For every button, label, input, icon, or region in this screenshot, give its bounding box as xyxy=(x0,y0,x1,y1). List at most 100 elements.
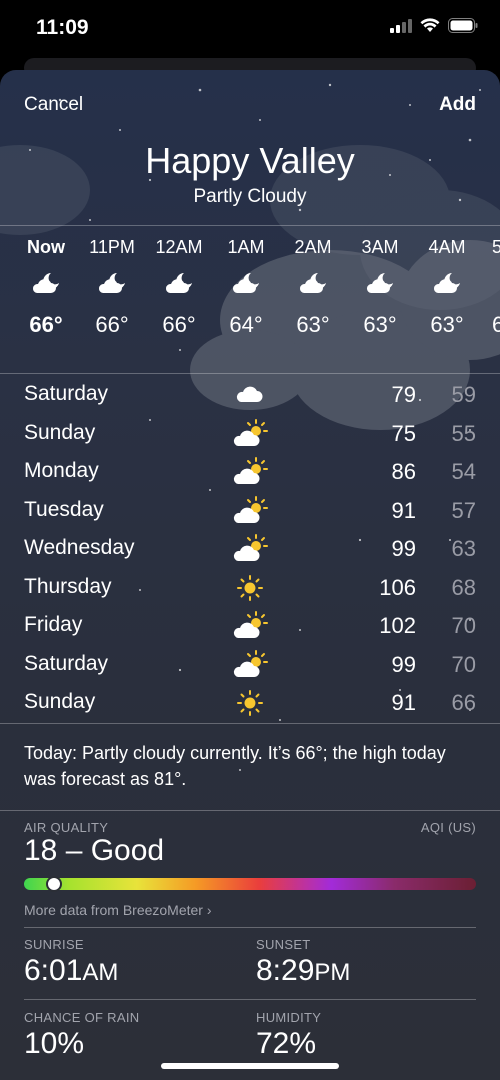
sunset-value: 8:29PM xyxy=(256,954,350,988)
high-temp: 99 xyxy=(391,536,416,561)
cancel-button[interactable]: Cancel xyxy=(24,94,83,116)
hour-label: 3AM xyxy=(361,237,399,257)
daily-row: Sunday 91 66 xyxy=(0,684,500,722)
high-temp: 75 xyxy=(391,420,416,446)
high-temp: 91 xyxy=(391,497,416,523)
sun-icon xyxy=(232,688,268,718)
partly-sunny-icon xyxy=(232,457,268,487)
hour-temp: 66° xyxy=(29,312,63,337)
hourly-item: 11PM 66° xyxy=(79,235,145,345)
high-temp: 106 xyxy=(379,574,416,600)
status-bar: 11:09 xyxy=(0,0,500,60)
partly-cloudy-night-icon xyxy=(414,259,480,305)
signal-icon xyxy=(390,18,412,33)
low-temp: 54 xyxy=(451,459,476,484)
hour-temp: 63° xyxy=(363,312,397,337)
low-temp: 55 xyxy=(451,420,476,446)
air-quality-label: AIR QUALITY xyxy=(24,820,109,835)
hourly-forecast[interactable]: Now 66° 11PM 66° 12AM 66° 1AM 64° 2AM 63… xyxy=(0,235,500,370)
low-temp: 68 xyxy=(451,574,476,600)
sunrise-period: AM xyxy=(82,959,119,986)
hour-label: 1AM xyxy=(227,237,265,257)
low-temp: 59 xyxy=(451,382,476,407)
low-temp: 63 xyxy=(451,536,476,561)
low-temp: 70 xyxy=(451,613,476,638)
wifi-icon xyxy=(420,18,440,32)
sunrise-label: SUNRISE xyxy=(24,937,84,952)
hour-label: 4AM xyxy=(428,237,466,257)
partly-cloudy-night-icon xyxy=(13,259,79,305)
air-quality-value: 18 – Good xyxy=(24,834,165,867)
day-name: Saturday xyxy=(24,651,109,675)
daily-row: Thursday 106 68 xyxy=(0,569,500,607)
daily-row: Sunday 75 55 xyxy=(0,415,500,453)
hourly-item: 1AM 64° xyxy=(213,235,279,345)
home-indicator[interactable] xyxy=(161,1063,339,1069)
hour-temp: 66° xyxy=(162,312,196,337)
partly-cloudy-night-icon xyxy=(146,259,212,305)
hour-label: 12AM xyxy=(155,237,203,257)
hourly-item: 3AM 63° xyxy=(347,235,413,345)
battery-icon xyxy=(448,18,478,33)
status-time: 11:09 xyxy=(36,16,89,39)
divider xyxy=(0,373,500,374)
sunset-time: 8:29 xyxy=(256,954,315,987)
high-temp: 99 xyxy=(391,651,416,677)
daily-row: Friday 102 70 xyxy=(0,607,500,645)
hour-temp: 6 xyxy=(492,312,500,337)
partly-cloudy-night-icon xyxy=(347,259,413,305)
sunrise-time: 6:01 xyxy=(24,954,83,987)
divider xyxy=(0,225,500,226)
high-temp: 79 xyxy=(391,382,416,407)
partly-sunny-icon xyxy=(232,611,268,641)
chance-of-rain-label: CHANCE OF RAIN xyxy=(24,1010,140,1025)
hour-label: 2AM xyxy=(294,237,332,257)
partly-cloudy-night-icon xyxy=(280,259,346,305)
daily-row: Saturday 99 70 xyxy=(0,646,500,684)
status-icons xyxy=(390,18,478,33)
partly-sunny-icon xyxy=(232,649,268,680)
air-quality-gradient-bar xyxy=(24,878,476,890)
hour-label: 11PM xyxy=(89,237,135,257)
high-temp: 91 xyxy=(391,690,416,715)
sun-icon xyxy=(232,573,268,603)
high-temp: 86 xyxy=(391,459,416,484)
day-name: Tuesday xyxy=(24,497,104,521)
aqi-scale-label: AQI (US) xyxy=(420,820,476,835)
day-name: Sunday xyxy=(24,420,96,444)
hourly-item: 2AM 63° xyxy=(280,235,346,345)
sunset-label: SUNSET xyxy=(256,937,311,952)
sunrise-value: 6:01AM xyxy=(24,954,118,988)
hour-label: Now xyxy=(27,237,65,257)
hourly-item: 12AM 66° xyxy=(146,235,212,345)
hourly-item: 4AM 63° xyxy=(414,235,480,345)
partly-sunny-icon xyxy=(232,495,268,526)
sunset-period: PM xyxy=(314,959,351,986)
day-name: Thursday xyxy=(24,574,112,598)
hourly-item-partial: 5 6 xyxy=(492,235,500,345)
divider xyxy=(24,927,476,928)
divider xyxy=(24,999,476,1000)
hour-temp: 64° xyxy=(229,312,263,337)
low-temp: 70 xyxy=(451,651,476,677)
hour-temp: 63° xyxy=(296,312,330,337)
current-condition: Partly Cloudy xyxy=(193,186,307,207)
hour-label: 5 xyxy=(492,237,500,257)
air-quality-indicator xyxy=(46,876,62,892)
divider xyxy=(0,723,500,724)
city-name: Happy Valley xyxy=(145,140,355,181)
day-name: Sunday xyxy=(24,690,96,713)
daily-row: Wednesday 99 63 xyxy=(0,530,500,568)
breezometer-link[interactable]: More data from BreezoMeter › xyxy=(24,902,212,918)
low-temp: 57 xyxy=(451,497,476,523)
hour-temp: 66° xyxy=(95,312,129,337)
daily-row: Tuesday 91 57 xyxy=(0,492,500,530)
day-name: Friday xyxy=(24,613,83,636)
hour-temp: 63° xyxy=(430,312,464,337)
daily-row: Monday 86 54 xyxy=(0,453,500,491)
high-temp: 102 xyxy=(379,613,416,638)
daily-row: Saturday 79 59 xyxy=(0,376,500,414)
add-button[interactable]: Add xyxy=(439,94,476,116)
day-name: Wednesday xyxy=(24,536,135,559)
partly-sunny-icon xyxy=(232,418,268,449)
